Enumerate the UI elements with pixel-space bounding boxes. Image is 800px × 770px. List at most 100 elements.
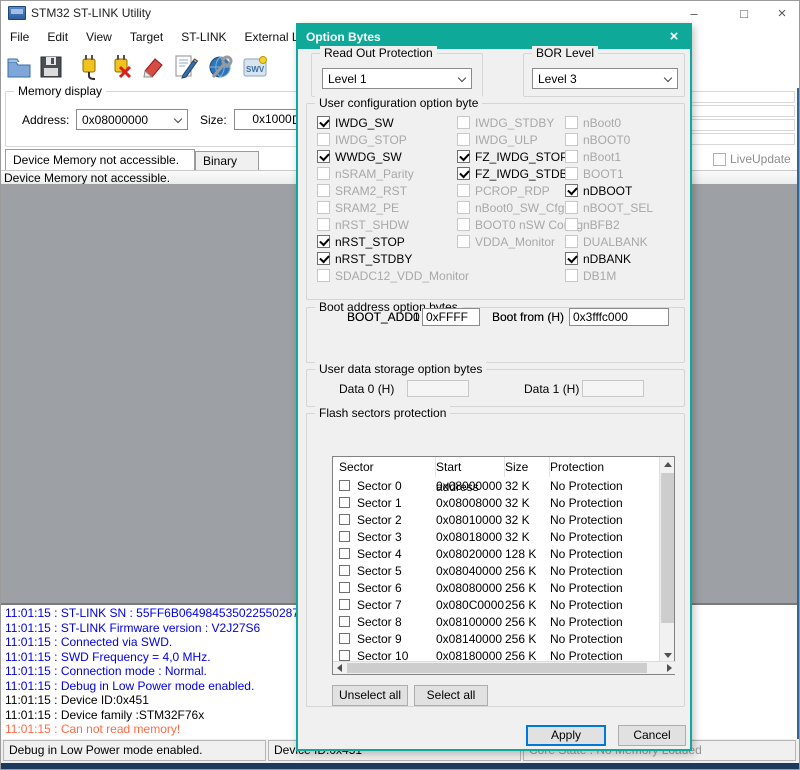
checkbox-box bbox=[457, 184, 470, 197]
scroll-left-icon[interactable] bbox=[333, 662, 346, 674]
checkbox-box bbox=[317, 269, 330, 282]
erase-chip-icon[interactable] bbox=[139, 53, 167, 81]
option-checkbox[interactable]: nBOOT_SEL bbox=[565, 199, 653, 216]
option-checkbox[interactable]: SDADC12_VDD_Monitor bbox=[317, 267, 469, 284]
sector-size: 32 K bbox=[505, 496, 550, 510]
open-file-icon[interactable] bbox=[5, 53, 33, 81]
boot-add-field[interactable]: 0xFFFF bbox=[422, 308, 480, 326]
checkbox-label: nBFB2 bbox=[583, 218, 620, 232]
option-checkbox[interactable]: DUALBANK bbox=[565, 233, 653, 250]
option-checkbox[interactable]: nSRAM_Parity bbox=[317, 165, 469, 182]
horizontal-scrollbar[interactable] bbox=[333, 661, 676, 674]
data0-field[interactable] bbox=[407, 380, 469, 397]
data1-label: Data 1 (H) bbox=[524, 382, 579, 396]
boot-from-field[interactable]: 0x3fffc000 bbox=[569, 308, 669, 326]
option-checkbox[interactable]: nDBOOT bbox=[565, 182, 653, 199]
sector-address: 0x08008000 bbox=[436, 496, 505, 510]
menu-item[interactable]: View bbox=[77, 26, 121, 48]
checkbox-box bbox=[317, 218, 330, 231]
scroll-right-icon[interactable] bbox=[663, 662, 676, 674]
option-checkbox[interactable]: IWDG_STOP bbox=[317, 131, 469, 148]
checkbox-label: DUALBANK bbox=[583, 235, 648, 249]
sector-checkbox[interactable] bbox=[339, 582, 350, 593]
checkbox-box bbox=[565, 201, 578, 214]
option-checkbox[interactable]: BOOT1 bbox=[565, 165, 653, 182]
cancel-button[interactable]: Cancel bbox=[618, 725, 686, 746]
maximize-button[interactable]: □ bbox=[727, 1, 761, 26]
live-update-checkbox[interactable]: LiveUpdate bbox=[713, 152, 791, 166]
rop-group: Read Out Protection Level 1 bbox=[311, 53, 483, 97]
sector-protection: No Protection bbox=[550, 632, 659, 646]
checkbox-label: DB1M bbox=[583, 269, 616, 283]
menu-item[interactable]: Edit bbox=[38, 26, 77, 48]
option-checkbox[interactable]: nRST_SHDW bbox=[317, 216, 469, 233]
sector-name: Sector 5 bbox=[357, 564, 402, 578]
data1-field[interactable] bbox=[582, 380, 644, 397]
scrollbar-thumb[interactable] bbox=[661, 473, 674, 623]
data0-label: Data 0 (H) bbox=[339, 382, 394, 396]
checkbox-label: nDBANK bbox=[583, 252, 631, 266]
settings-icon[interactable] bbox=[207, 53, 235, 81]
scroll-up-icon[interactable] bbox=[660, 457, 675, 472]
table-row[interactable]: Sector 4 0x08020000 128 K No Protection bbox=[333, 545, 659, 562]
vertical-scrollbar[interactable] bbox=[659, 457, 674, 663]
menu-item[interactable]: File bbox=[1, 26, 38, 48]
table-row[interactable]: Sector 8 0x08100000 256 K No Protection bbox=[333, 613, 659, 630]
sector-checkbox[interactable] bbox=[339, 599, 350, 610]
table-row[interactable]: Sector 6 0x08080000 256 K No Protection bbox=[333, 579, 659, 596]
menu-item[interactable]: ST-LINK bbox=[172, 26, 235, 48]
sector-checkbox[interactable] bbox=[339, 497, 350, 508]
tab-binary-file[interactable]: Binary File bbox=[195, 151, 259, 170]
menu-item[interactable]: Target bbox=[121, 26, 172, 48]
sector-checkbox[interactable] bbox=[339, 565, 350, 576]
disconnect-icon[interactable] bbox=[107, 53, 135, 81]
table-row[interactable]: Sector 2 0x08010000 32 K No Protection bbox=[333, 511, 659, 528]
address-combo[interactable]: 0x08000000 bbox=[76, 109, 188, 130]
option-checkbox[interactable]: nRST_STOP bbox=[317, 233, 469, 250]
swv-icon[interactable]: SWV bbox=[241, 53, 269, 81]
scrollbar-thumb[interactable] bbox=[347, 663, 647, 673]
sector-checkbox[interactable] bbox=[339, 531, 350, 542]
checkbox-box bbox=[317, 133, 330, 146]
program-verify-icon[interactable] bbox=[171, 53, 199, 81]
option-checkbox[interactable]: nBFB2 bbox=[565, 216, 653, 233]
sector-checkbox[interactable] bbox=[339, 480, 350, 491]
sector-checkbox[interactable] bbox=[339, 650, 350, 661]
option-checkbox[interactable]: nBOOT0 bbox=[565, 131, 653, 148]
tab-device-memory[interactable]: Device Memory not accessible. bbox=[5, 149, 195, 170]
sector-checkbox[interactable] bbox=[339, 514, 350, 525]
table-row[interactable]: Sector 3 0x08018000 32 K No Protection bbox=[333, 528, 659, 545]
option-checkbox[interactable]: DB1M bbox=[565, 267, 653, 284]
option-checkbox[interactable]: IWDG_SW bbox=[317, 114, 469, 131]
close-button[interactable]: × bbox=[765, 1, 799, 26]
table-row[interactable]: Sector 0 0x08000000 32 K No Protection bbox=[333, 477, 659, 494]
connect-icon[interactable] bbox=[75, 53, 103, 81]
sector-checkbox[interactable] bbox=[339, 548, 350, 559]
sector-size: 256 K bbox=[505, 564, 550, 578]
option-checkbox[interactable]: nBoot0 bbox=[565, 114, 653, 131]
option-checkbox[interactable]: nBoot1 bbox=[565, 148, 653, 165]
table-row[interactable]: Sector 9 0x08140000 256 K No Protection bbox=[333, 630, 659, 647]
option-checkbox[interactable]: SRAM2_PE bbox=[317, 199, 469, 216]
save-file-icon[interactable] bbox=[37, 53, 65, 81]
sector-protection: No Protection bbox=[550, 564, 659, 578]
option-checkbox[interactable]: nDBANK bbox=[565, 250, 653, 267]
sector-checkbox[interactable] bbox=[339, 633, 350, 644]
select-all-button[interactable]: Select all bbox=[414, 685, 488, 706]
rop-combo[interactable]: Level 1 bbox=[322, 68, 472, 89]
table-row[interactable]: Sector 1 0x08008000 32 K No Protection bbox=[333, 494, 659, 511]
sector-checkbox[interactable] bbox=[339, 616, 350, 627]
option-checkbox[interactable]: WWDG_SW bbox=[317, 148, 469, 165]
option-checkbox[interactable]: nRST_STDBY bbox=[317, 250, 469, 267]
sector-name: Sector 4 bbox=[357, 547, 402, 561]
table-row[interactable]: Sector 7 0x080C0000 256 K No Protection bbox=[333, 596, 659, 613]
checkbox-label: VDDA_Monitor bbox=[475, 235, 555, 249]
dialog-close-icon[interactable]: × bbox=[664, 25, 684, 49]
bor-combo[interactable]: Level 3 bbox=[532, 68, 678, 89]
option-checkbox[interactable]: SRAM2_RST bbox=[317, 182, 469, 199]
unselect-all-button[interactable]: Unselect all bbox=[332, 685, 408, 706]
sector-name: Sector 3 bbox=[357, 530, 402, 544]
table-row[interactable]: Sector 5 0x08040000 256 K No Protection bbox=[333, 562, 659, 579]
sector-protection: No Protection bbox=[550, 615, 659, 629]
apply-button[interactable]: Apply bbox=[526, 725, 606, 746]
